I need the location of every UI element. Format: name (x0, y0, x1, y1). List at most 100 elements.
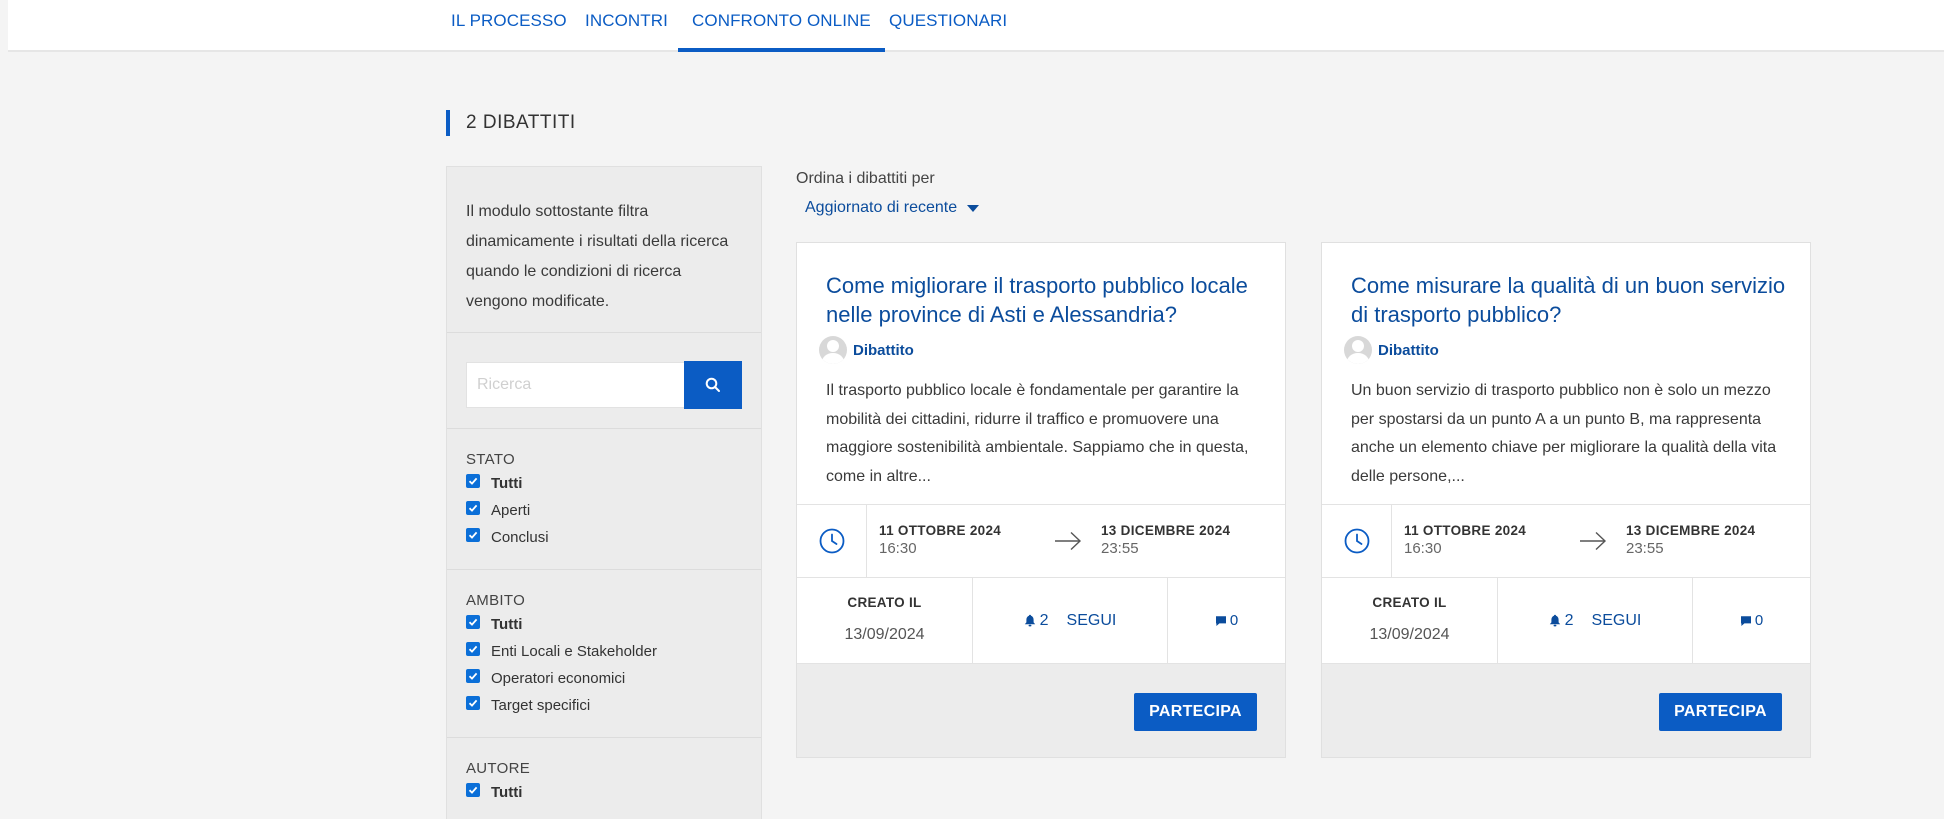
comments-count-link[interactable]: 0 (1693, 578, 1810, 663)
filter-option-label: Conclusi (491, 529, 549, 546)
sort-dropdown[interactable]: Aggiornato di recente (805, 199, 980, 217)
partecipa-button[interactable]: PARTECIPA (1659, 693, 1782, 731)
filter-option[interactable]: Tutti (466, 779, 742, 806)
comments-count: 0 (1229, 612, 1239, 629)
search-input[interactable] (466, 362, 685, 408)
start-date-day: 11 OTTOBRE 2024 (1404, 523, 1527, 538)
filter-group-ambito: AMBITO Tutti Enti Locali e Stakeholder Oper… (447, 570, 761, 738)
search-box (447, 333, 761, 429)
checkbox-checked-icon[interactable] (466, 500, 480, 515)
avatar-icon (1344, 336, 1372, 364)
debate-description: Il trasporto pubblico locale è fondament… (826, 382, 1249, 485)
end-date-day: 13 DICEMBRE 2024 (1101, 523, 1231, 538)
clock-cell (1322, 505, 1392, 577)
tab-questionari[interactable]: QUESTIONARI (875, 0, 1021, 52)
filter-option-label: Tutti (491, 784, 523, 801)
clock-icon (819, 528, 844, 554)
end-date-time: 23:55 (1626, 540, 1664, 557)
filter-sidebar: Il modulo sottostante filtra dinamicamen… (446, 166, 762, 819)
debate-dates: 11 OTTOBRE 2024 16:30 13 DICEMBRE 2024 2… (797, 504, 1285, 578)
debate-type-label: Dibattito (853, 341, 914, 359)
arrow-right-icon (1580, 531, 1607, 551)
search-button[interactable] (684, 361, 742, 409)
checkbox-checked-icon[interactable] (466, 527, 480, 542)
filter-option[interactable]: Enti Locali e Stakeholder (466, 638, 742, 665)
tab-il-processo[interactable]: IL PROCESSO (437, 0, 581, 52)
end-date: 13 DICEMBRE 2024 23:55 (1626, 523, 1755, 557)
checkbox-checked-icon[interactable] (466, 614, 480, 629)
end-date-day: 13 DICEMBRE 2024 (1626, 523, 1756, 538)
end-date: 13 DICEMBRE 2024 23:55 (1101, 523, 1230, 557)
filter-option[interactable]: Operatori economici (466, 665, 742, 692)
debate-type: Dibattito (819, 336, 914, 364)
comment-icon (1215, 615, 1226, 626)
tab-confronto-online[interactable]: CONFRONTO ONLINE (678, 0, 885, 52)
chevron-down-icon (967, 204, 980, 212)
filter-option[interactable]: Aperti (466, 497, 742, 524)
page-title: 2 DIBATTITI (446, 110, 576, 136)
debate-card: Come misurare la qualità di un buon serv… (1321, 242, 1811, 758)
sort-selected-value: Aggiornato di recente (805, 199, 958, 216)
filter-option[interactable]: Tutti (466, 611, 742, 638)
created-date: 13/09/2024 (1369, 626, 1450, 643)
debate-type-label: Dibattito (1378, 341, 1439, 359)
tab-incontri[interactable]: INCONTRI (571, 0, 682, 52)
comments-count: 0 (1754, 612, 1764, 629)
bell-icon (1024, 614, 1035, 627)
follow-button[interactable]: 2 SEGUI (973, 578, 1168, 663)
sort-label: Ordina i dibattiti per (796, 170, 935, 187)
avatar-icon (819, 336, 847, 364)
filter-option-label: Aperti (491, 502, 531, 519)
clock-cell (797, 505, 867, 577)
filter-group-title: STATO (466, 451, 516, 468)
follow-button[interactable]: 2 SEGUI (1498, 578, 1693, 663)
filter-group-title: AMBITO (466, 592, 526, 609)
start-date-time: 16:30 (1404, 540, 1442, 557)
filter-group-autore: AUTORE Tutti (447, 738, 761, 819)
debate-meta: CREATO IL 13/09/2024 2 SEGUI 0 (1322, 578, 1810, 664)
filter-intro-text: Il modulo sottostante filtra dinamicamen… (447, 167, 761, 333)
top-navigation: IL PROCESSO INCONTRI CONFRONTO ONLINE QU… (8, 0, 1944, 52)
followers-count: 2 (1564, 611, 1574, 629)
followers-count: 2 (1039, 611, 1049, 629)
filter-group-title: AUTORE (466, 760, 531, 777)
filter-option[interactable]: Conclusi (466, 524, 742, 551)
follow-label: SEGUI (1066, 611, 1117, 629)
created-info: CREATO IL 13/09/2024 (1322, 578, 1498, 663)
arrow-right-icon (1055, 531, 1082, 551)
filter-option[interactable]: Target specifici (466, 692, 742, 719)
debate-meta: CREATO IL 13/09/2024 2 SEGUI 0 (797, 578, 1285, 664)
filter-option-label: Tutti (491, 475, 523, 492)
debate-dates: 11 OTTOBRE 2024 16:30 13 DICEMBRE 2024 2… (1322, 504, 1810, 578)
debate-type: Dibattito (1344, 336, 1439, 364)
checkbox-checked-icon[interactable] (466, 695, 480, 710)
partecipa-button[interactable]: PARTECIPA (1134, 693, 1257, 731)
end-date-time: 23:55 (1101, 540, 1139, 557)
created-date: 13/09/2024 (844, 626, 925, 643)
start-date: 11 OTTOBRE 2024 16:30 (1404, 523, 1526, 557)
filter-option[interactable]: Tutti (466, 470, 742, 497)
checkbox-checked-icon[interactable] (466, 641, 480, 656)
debate-title-link[interactable]: Come migliorare il trasporto pubblico lo… (826, 271, 1266, 329)
comments-count-link[interactable]: 0 (1168, 578, 1285, 663)
filter-group-stato: STATO Tutti Aperti Conclusi (447, 429, 761, 570)
clock-icon (1344, 528, 1369, 554)
comment-icon (1740, 615, 1751, 626)
card-footer: PARTECIPA (797, 664, 1285, 757)
checkbox-checked-icon[interactable] (466, 668, 480, 683)
debate-title-link[interactable]: Come misurare la qualità di un buon serv… (1351, 271, 1791, 329)
filter-option-label: Operatori economici (491, 670, 626, 687)
debate-card: Come migliorare il trasporto pubblico lo… (796, 242, 1286, 758)
filter-option-label: Tutti (491, 616, 523, 633)
checkbox-checked-icon[interactable] (466, 782, 480, 797)
checkbox-checked-icon[interactable] (466, 473, 480, 488)
card-footer: PARTECIPA (1322, 664, 1810, 757)
created-label: CREATO IL (847, 595, 922, 610)
bell-icon (1549, 614, 1560, 627)
start-date-day: 11 OTTOBRE 2024 (879, 523, 1002, 538)
follow-label: SEGUI (1591, 611, 1642, 629)
debate-description: Un buon servizio di trasporto pubblico n… (1351, 382, 1777, 485)
start-date-time: 16:30 (879, 540, 917, 557)
created-info: CREATO IL 13/09/2024 (797, 578, 973, 663)
filter-option-label: Target specifici (491, 697, 591, 714)
